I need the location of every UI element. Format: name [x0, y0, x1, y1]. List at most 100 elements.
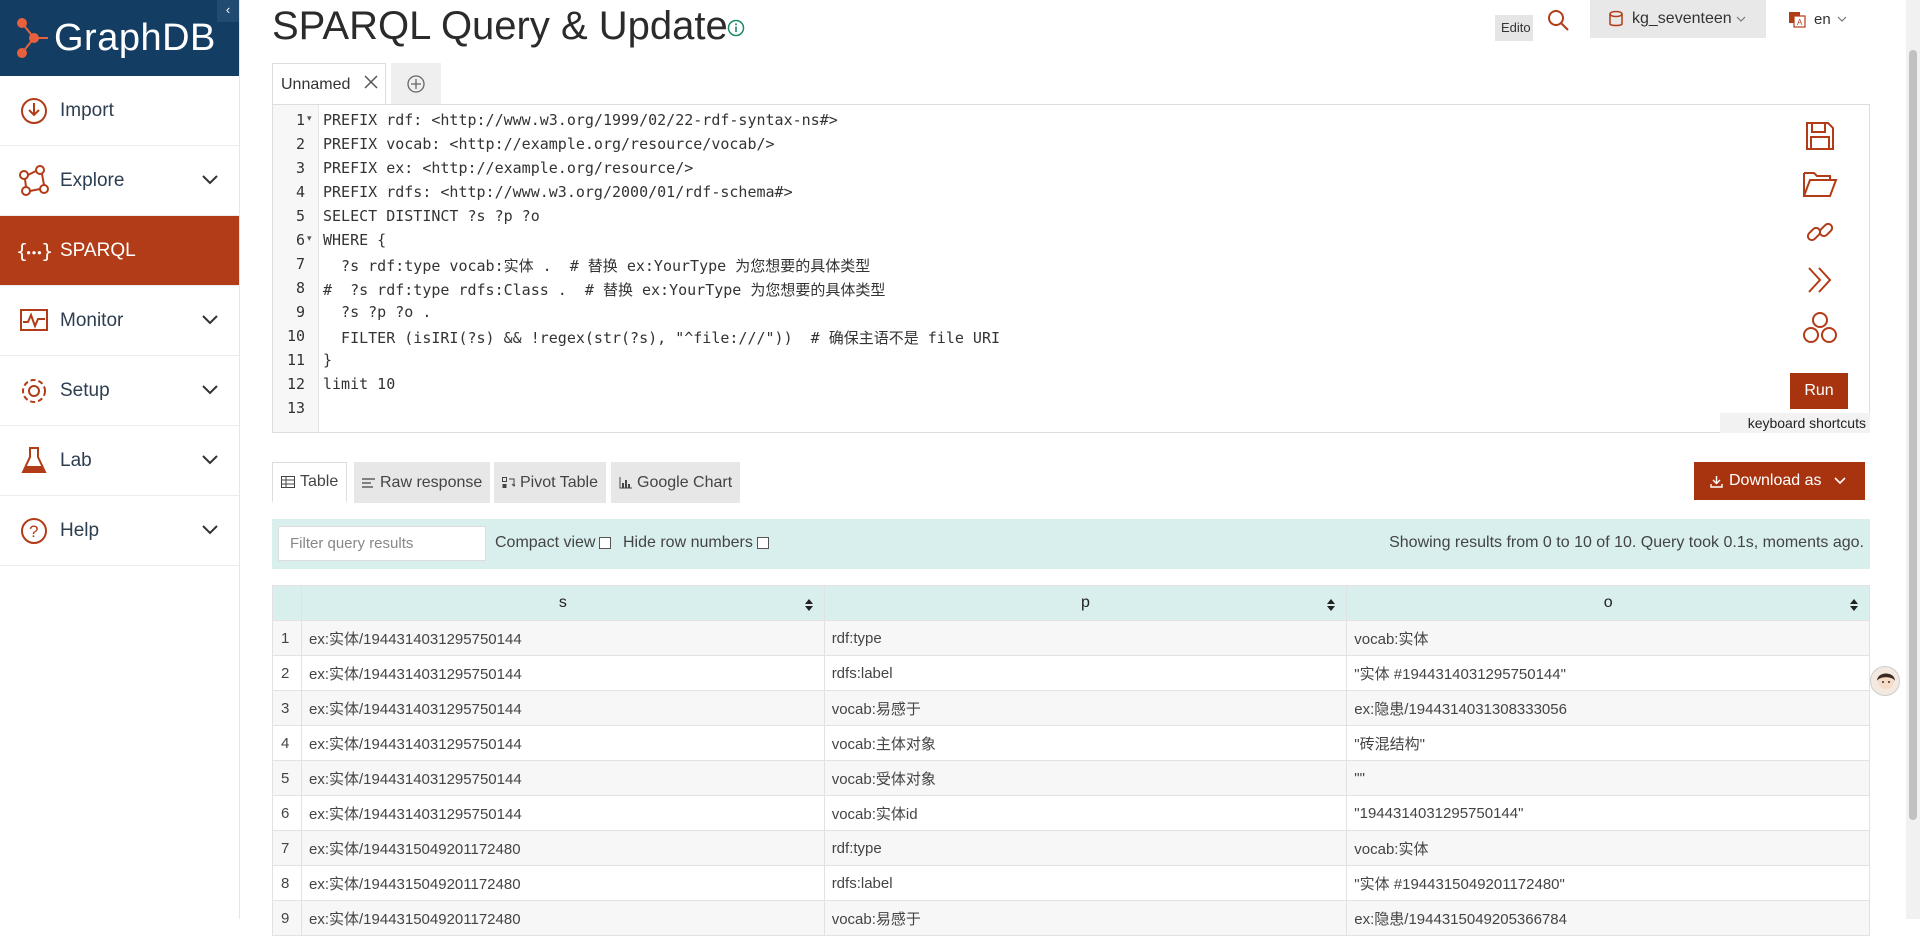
sidebar-item-import[interactable]: Import: [0, 76, 239, 146]
line-number: 1: [295, 111, 305, 129]
compact-view-checkbox[interactable]: [599, 537, 612, 549]
page-scrollbar[interactable]: [1906, 0, 1920, 919]
cell-p[interactable]: rdfs:label: [823, 865, 1348, 901]
close-icon[interactable]: [364, 75, 378, 94]
row-number: 2: [272, 655, 302, 691]
cell-o[interactable]: "1944314031295750144": [1346, 795, 1870, 831]
cell-p[interactable]: vocab:易感于: [823, 900, 1348, 936]
hide-row-numbers-checkbox[interactable]: [756, 537, 769, 549]
keyboard-shortcuts-link[interactable]: keyboard shortcuts: [1720, 413, 1870, 433]
search-icon[interactable]: [1546, 8, 1570, 37]
column-header-o[interactable]: o: [1346, 585, 1870, 621]
fold-arrow-icon[interactable]: ▾: [307, 233, 312, 244]
cell-p[interactable]: rdf:type: [823, 830, 1348, 866]
sidebar-item-label: Lab: [60, 449, 92, 471]
tab-raw-response[interactable]: Raw response: [354, 462, 491, 503]
results-info: Showing results from 0 to 10 of 10. Quer…: [1389, 534, 1864, 551]
table-row: 5 ex:实体/1944314031295750144 vocab:受体对象 "…: [272, 760, 1870, 796]
share-link-button[interactable]: [1802, 214, 1838, 250]
visual-graph-button[interactable]: [1802, 310, 1838, 346]
cell-s[interactable]: ex:实体/1944314031295750144: [300, 795, 825, 831]
download-as-button[interactable]: Download as: [1694, 462, 1865, 500]
sort-icon[interactable]: [804, 598, 814, 617]
logo[interactable]: GraphDB ‹: [0, 0, 239, 76]
download-label: Download as: [1729, 472, 1822, 489]
editor-toolbar: [1802, 118, 1838, 358]
assistant-avatar[interactable]: [1870, 666, 1900, 696]
sidebar-item-monitor[interactable]: Monitor: [0, 286, 239, 356]
repository-select[interactable]: kg_seventeen: [1590, 0, 1766, 38]
tab-table[interactable]: Table: [272, 462, 348, 503]
tab-google-chart[interactable]: Google Chart: [611, 462, 741, 503]
line-number: 9: [295, 303, 305, 321]
code-line: PREFIX vocab: <http://example.org/resour…: [323, 135, 775, 153]
hide-row-numbers-toggle[interactable]: Hide row numbers: [623, 534, 769, 552]
save-query-button[interactable]: [1802, 118, 1838, 154]
cell-p[interactable]: vocab:实体id: [823, 795, 1348, 831]
editor-mode-button[interactable]: Edito: [1495, 15, 1533, 41]
open-saved-queries-button[interactable]: [1802, 166, 1838, 202]
flask-icon: [16, 443, 52, 479]
code-line: ?s rdf:type vocab:实体 . # 替换 ex:YourType …: [323, 257, 871, 275]
cell-o[interactable]: ex:隐患/1944314031308333056: [1346, 690, 1870, 726]
cell-o[interactable]: "实体 #1944314031295750144": [1346, 655, 1870, 691]
cell-s[interactable]: ex:实体/1944315049201172480: [300, 830, 825, 866]
cell-p[interactable]: rdfs:label: [823, 655, 1348, 691]
sidebar-item-explore[interactable]: Explore: [0, 146, 239, 216]
table-row: 1 ex:实体/1944314031295750144 rdf:type voc…: [272, 620, 1870, 656]
cell-s[interactable]: ex:实体/1944314031295750144: [300, 760, 825, 796]
info-icon[interactable]: [727, 19, 745, 42]
cell-s[interactable]: ex:实体/1944315049201172480: [300, 865, 825, 901]
cell-o[interactable]: "实体 #1944315049201172480": [1346, 865, 1870, 901]
cell-s[interactable]: ex:实体/1944314031295750144: [300, 655, 825, 691]
column-header-p[interactable]: p: [823, 585, 1348, 621]
sidebar-item-setup[interactable]: Setup: [0, 356, 239, 426]
add-tab-button[interactable]: [391, 63, 441, 105]
lines-icon: [362, 477, 380, 489]
filter-results-input[interactable]: [278, 526, 486, 561]
sidebar-item-help[interactable]: ? Help: [0, 496, 239, 566]
line-number: 3: [295, 159, 305, 177]
cell-s[interactable]: ex:实体/1944314031295750144: [300, 690, 825, 726]
cell-p[interactable]: rdf:type: [823, 620, 1348, 656]
cell-p[interactable]: vocab:受体对象: [823, 760, 1348, 796]
run-button[interactable]: Run: [1790, 373, 1848, 409]
cell-p[interactable]: vocab:主体对象: [823, 725, 1348, 761]
cell-s[interactable]: ex:实体/1944314031295750144: [300, 620, 825, 656]
sort-icon[interactable]: [1849, 598, 1859, 617]
cell-o[interactable]: vocab:实体: [1346, 620, 1870, 656]
chevron-down-icon: [201, 310, 219, 332]
code-line: PREFIX rdfs: <http://www.w3.org/2000/01/…: [323, 183, 793, 201]
line-number: 12: [286, 375, 305, 393]
tab-label: Raw response: [380, 473, 483, 491]
tab-pivot-table[interactable]: Pivot Table: [494, 462, 606, 503]
repository-icon: [1608, 10, 1624, 28]
query-tab-label: Unnamed: [281, 75, 351, 93]
cell-s[interactable]: ex:实体/1944314031295750144: [300, 725, 825, 761]
scrollbar-thumb[interactable]: [1909, 50, 1917, 820]
sidebar-item-lab[interactable]: Lab: [0, 426, 239, 496]
row-number: 4: [272, 725, 302, 761]
query-tab[interactable]: Unnamed: [272, 63, 386, 105]
tab-label: Pivot Table: [520, 473, 598, 491]
table-row: 8 ex:实体/1944315049201172480 rdfs:label "…: [272, 865, 1870, 901]
cell-p[interactable]: vocab:易感于: [823, 690, 1348, 726]
expand-results-button[interactable]: [1802, 262, 1838, 298]
collapse-sidebar-button[interactable]: ‹: [217, 0, 239, 22]
sort-icon[interactable]: [1326, 598, 1336, 617]
language-select[interactable]: A en: [1788, 0, 1868, 38]
cell-o[interactable]: ex:隐患/1944315049205366784: [1346, 900, 1870, 936]
cell-s[interactable]: ex:实体/1944315049201172480: [300, 900, 825, 936]
hide-row-numbers-label: Hide row numbers: [623, 534, 753, 551]
cell-o[interactable]: "": [1346, 760, 1870, 796]
compact-view-toggle[interactable]: Compact view: [495, 534, 612, 552]
query-editor[interactable]: 1 ▾ 2 3 4 5 6 ▾ 7 8 9 10 11 12 13 PREFIX…: [272, 104, 1870, 433]
code-line: }: [323, 351, 333, 369]
column-header-s[interactable]: s: [300, 585, 825, 621]
table-row: 6 ex:实体/1944314031295750144 vocab:实体id "…: [272, 795, 1870, 831]
sidebar-item-sparql[interactable]: {} SPARQL: [0, 216, 239, 286]
cell-o[interactable]: "砖混结构": [1346, 725, 1870, 761]
fold-arrow-icon[interactable]: ▾: [307, 113, 312, 124]
row-number: 9: [272, 900, 302, 936]
cell-o[interactable]: vocab:实体: [1346, 830, 1870, 866]
